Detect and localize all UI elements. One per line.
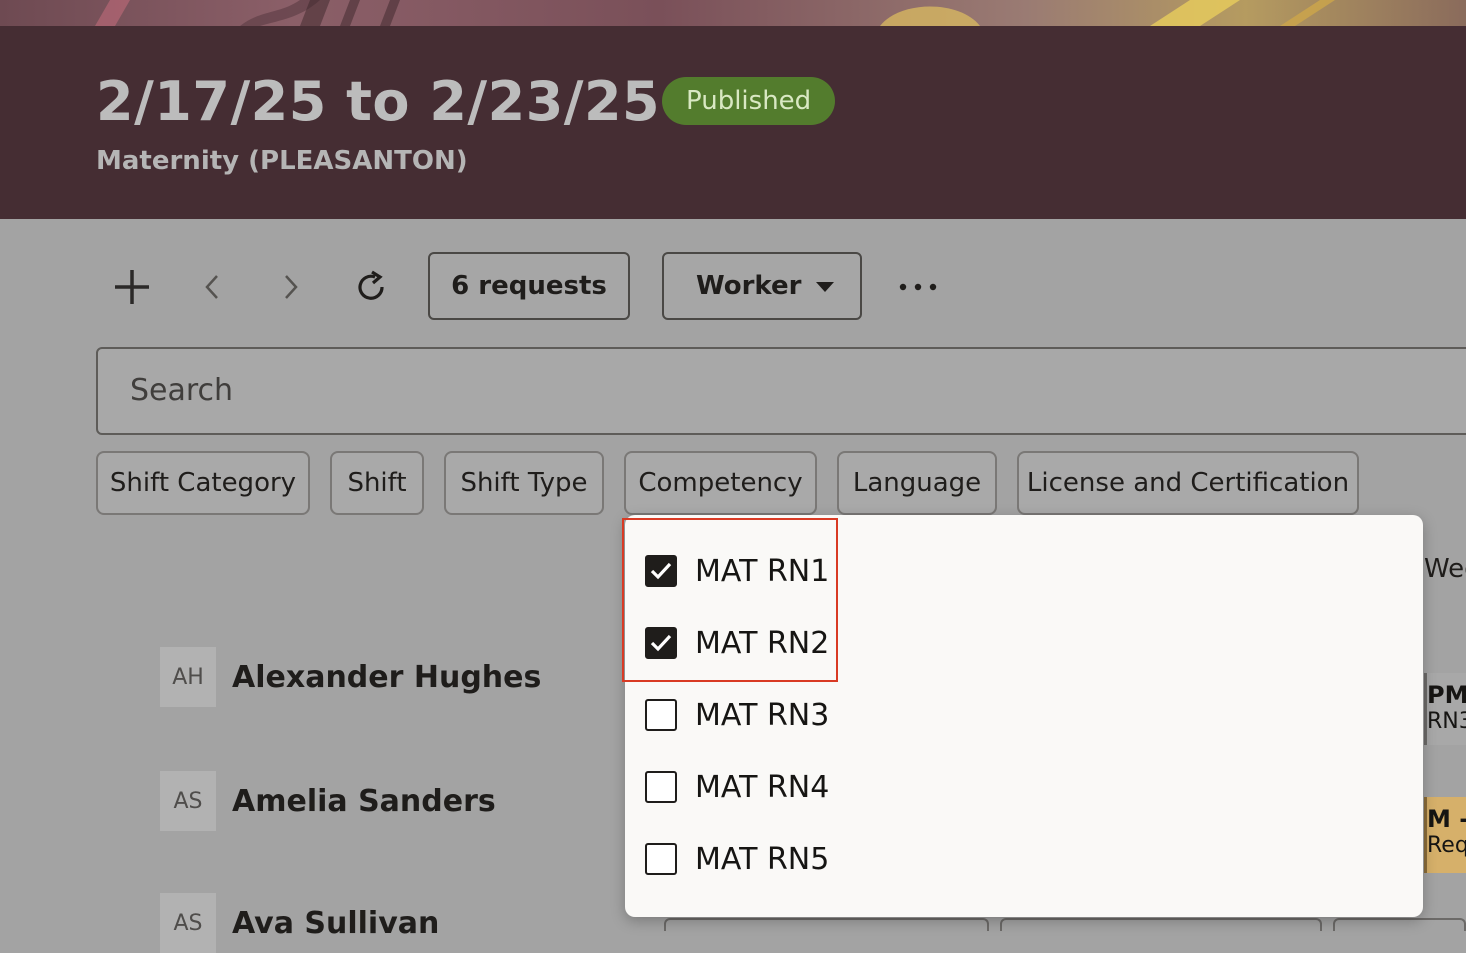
competency-option-mat-rn2[interactable]: MAT RN2 — [645, 618, 829, 668]
worker-name: Ava Sullivan — [232, 905, 440, 941]
option-label: MAT RN2 — [695, 625, 830, 661]
checkbox[interactable] — [645, 699, 677, 731]
caret-down-icon — [816, 282, 834, 292]
filter-chip-language[interactable]: Language — [837, 451, 997, 515]
avatar: AH — [160, 647, 216, 707]
shift-card-time: PM — [1427, 681, 1466, 709]
checkmark-icon — [650, 634, 672, 652]
avatar: AS — [160, 893, 216, 953]
chevron-left-icon — [205, 275, 218, 299]
worker-row[interactable]: AS Amelia Sanders — [160, 771, 496, 831]
option-label: MAT RN4 — [695, 769, 830, 805]
shift-card — [1000, 918, 1322, 931]
shift-card-competency: RN3 — [1427, 709, 1466, 734]
refresh-button[interactable] — [346, 262, 396, 312]
chevron-right-icon — [285, 275, 298, 299]
worker-name: Amelia Sanders — [232, 783, 496, 819]
banner-artwork — [0, 0, 1466, 26]
filter-chip-shift-type[interactable]: Shift Type — [444, 451, 604, 515]
filter-chip-license-and-certification[interactable]: License and Certification — [1017, 451, 1359, 515]
competency-option-mat-rn4[interactable]: MAT RN4 — [645, 762, 829, 812]
status-badge: Published — [662, 77, 836, 125]
previous-button[interactable] — [187, 262, 237, 312]
option-label: MAT RN3 — [695, 697, 830, 733]
view-select-label: Worker — [696, 271, 802, 301]
department-subtitle: Maternity (PLEASANTON) — [96, 146, 468, 176]
avatar: AS — [160, 771, 216, 831]
competency-dropdown: MAT RN1 MAT RN2 MAT RN3 MAT RN4 MAT RN5 — [625, 515, 1423, 917]
search-input[interactable]: Search — [96, 347, 1466, 435]
day-column-header: Wed — [1424, 554, 1466, 584]
checkbox[interactable] — [645, 627, 677, 659]
shift-card — [1333, 918, 1466, 931]
checkmark-icon — [650, 562, 672, 580]
filter-chip-competency[interactable]: Competency — [624, 451, 817, 515]
filter-chip-shift-category[interactable]: Shift Category — [96, 451, 310, 515]
ellipsis-icon — [899, 283, 937, 291]
shift-card[interactable]: M - Requ — [1424, 797, 1466, 873]
competency-option-mat-rn1[interactable]: MAT RN1 — [645, 546, 829, 596]
option-label: MAT RN1 — [695, 553, 830, 589]
shift-card — [664, 918, 989, 931]
checkbox[interactable] — [645, 843, 677, 875]
worker-name: Alexander Hughes — [232, 659, 542, 695]
competency-option-mat-rn3[interactable]: MAT RN3 — [645, 690, 829, 740]
worker-row[interactable]: AS Ava Sullivan — [160, 893, 439, 953]
shift-card-time: M - — [1427, 805, 1466, 833]
shift-card-status: Requ — [1427, 833, 1466, 858]
more-actions-button[interactable] — [893, 262, 943, 312]
view-select[interactable]: Worker — [662, 252, 862, 320]
checkbox[interactable] — [645, 771, 677, 803]
search-placeholder: Search — [130, 373, 234, 408]
refresh-icon — [358, 270, 384, 300]
worker-row[interactable]: AH Alexander Hughes — [160, 647, 541, 707]
option-label: MAT RN5 — [695, 841, 830, 877]
plus-icon — [115, 270, 149, 304]
requests-button[interactable]: 6 requests — [428, 252, 630, 320]
competency-option-mat-rn5[interactable]: MAT RN5 — [645, 834, 829, 884]
schedule-date-range-title: 2/17/25 to 2/23/25 — [96, 70, 661, 133]
next-button[interactable] — [266, 262, 316, 312]
add-button[interactable] — [107, 262, 157, 312]
filter-chip-shift[interactable]: Shift — [330, 451, 424, 515]
shift-card[interactable]: PM RN3 — [1424, 673, 1466, 745]
checkbox[interactable] — [645, 555, 677, 587]
